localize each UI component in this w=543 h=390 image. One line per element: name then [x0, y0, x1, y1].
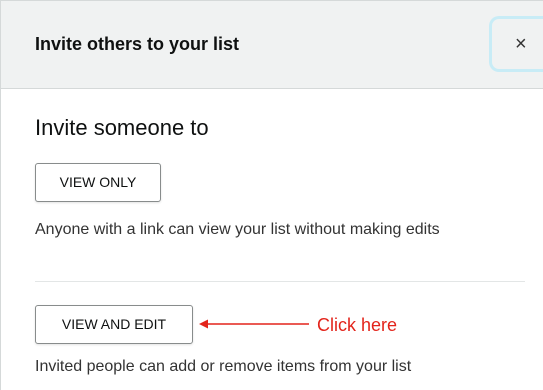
- dialog-header: Invite others to your list ×: [1, 1, 543, 89]
- view-and-edit-description: Invited people can add or remove items f…: [35, 358, 412, 375]
- annotation-click-here: Click here: [317, 315, 398, 335]
- section-divider: [35, 281, 525, 282]
- view-only-description: Anyone with a link can view your list wi…: [35, 221, 440, 238]
- invite-dialog: Invite others to your list × Invite some…: [0, 0, 543, 390]
- view-and-edit-button[interactable]: VIEW AND EDIT: [35, 305, 193, 344]
- view-only-button[interactable]: VIEW ONLY: [35, 163, 161, 202]
- dialog-title: Invite others to your list: [35, 34, 240, 54]
- annotation-arrow-icon: [199, 319, 309, 329]
- invite-heading: Invite someone to: [35, 115, 209, 140]
- close-icon: ×: [515, 33, 527, 55]
- close-button[interactable]: ×: [489, 16, 543, 72]
